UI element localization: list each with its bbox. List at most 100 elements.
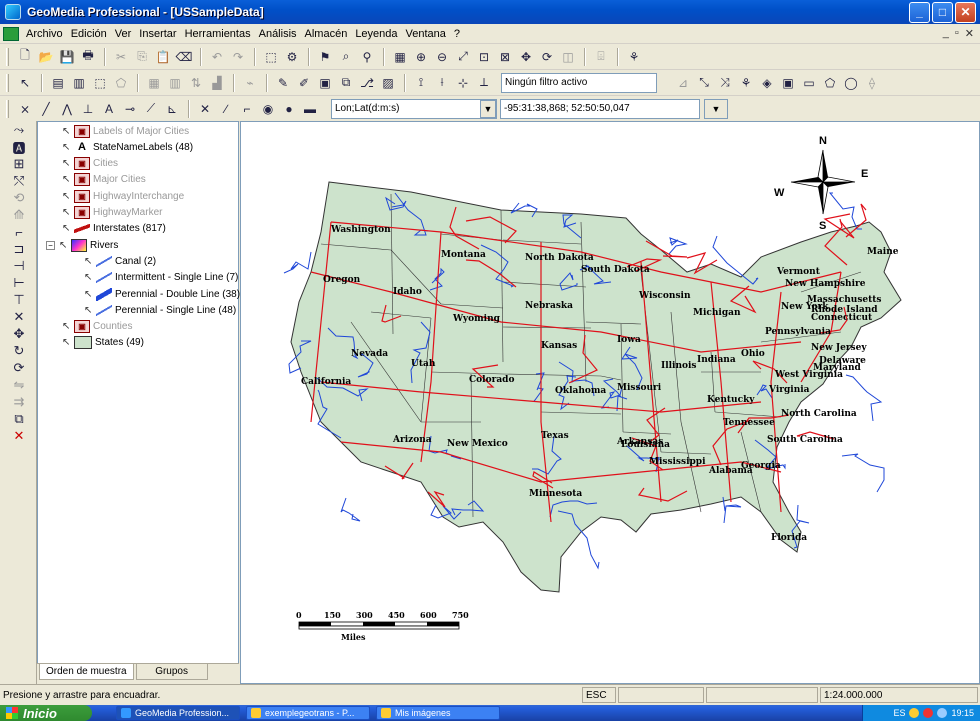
spin-icon[interactable]: ⟳: [9, 360, 29, 376]
task-mis-imagenes[interactable]: Mis imágenes: [376, 706, 500, 720]
line-icon[interactable]: ╱: [36, 99, 56, 119]
save-icon[interactable]: 💾: [57, 47, 77, 67]
table-icon[interactable]: ▦: [144, 73, 164, 93]
menu-archivo[interactable]: Archivo: [22, 28, 67, 40]
legend-entry[interactable]: ↖ States (49): [62, 335, 144, 351]
arc-icon[interactable]: ⌐: [237, 99, 257, 119]
filter-field[interactable]: Ningún filtro activo: [501, 72, 657, 93]
locatable-pointer-icon[interactable]: ↖: [84, 272, 94, 283]
extend-icon[interactable]: ⊸: [120, 99, 140, 119]
legend-entry[interactable]: ↖ Interstates (817): [62, 221, 166, 237]
menu-ver[interactable]: Ver: [111, 28, 136, 40]
text-tool-icon[interactable]: 🅰: [9, 139, 29, 156]
menu-insertar[interactable]: Insertar: [135, 28, 180, 40]
split-line-icon[interactable]: ⊣: [9, 258, 29, 274]
properties-icon[interactable]: ⚙: [282, 47, 302, 67]
copy-icon[interactable]: ⎘: [132, 47, 152, 67]
cross-line-icon[interactable]: ⨯: [15, 99, 35, 119]
layout-icon[interactable]: ⌹: [591, 47, 611, 67]
locatable-pointer-icon[interactable]: ↖: [62, 223, 72, 234]
network-icon[interactable]: [909, 708, 920, 718]
data-window-icon[interactable]: ▦: [390, 47, 410, 67]
query-icon[interactable]: ⌕: [336, 47, 356, 67]
fence-select-icon[interactable]: ⬚: [90, 73, 110, 93]
legend-entry[interactable]: ↖ ▣ Major Cities: [62, 172, 146, 188]
menu-ventana[interactable]: Ventana: [402, 28, 450, 40]
task-exemplegeotrans[interactable]: exemplegeotrans - P...: [246, 706, 370, 720]
legend-entry[interactable]: ↖ Intermittent - Single Line (7): [84, 270, 238, 286]
security-icon[interactable]: [923, 708, 934, 718]
copy-tool-icon[interactable]: ⧉: [9, 411, 29, 427]
zoom-out-icon[interactable]: ⊖: [432, 47, 452, 67]
text-box-icon[interactable]: A: [99, 99, 119, 119]
print-icon[interactable]: 🖶: [78, 47, 98, 67]
previous-view-icon[interactable]: ⊠: [495, 47, 515, 67]
paste-icon[interactable]: 📋: [153, 47, 173, 67]
locatable-pointer-icon[interactable]: ↖: [62, 337, 72, 348]
coordinate-dropdown-button[interactable]: ▼: [704, 98, 728, 119]
snap-icon[interactable]: ⟟: [411, 73, 431, 93]
fit-all-icon[interactable]: ⤢: [453, 47, 473, 67]
copy-parallel-icon[interactable]: ⇉: [9, 394, 29, 410]
start-button[interactable]: Inicio: [0, 705, 92, 721]
trace-icon[interactable]: ⤡: [694, 73, 714, 93]
map-document-icon[interactable]: [3, 26, 19, 41]
tab-groups[interactable]: Grupos: [135, 664, 208, 680]
locatable-pointer-icon[interactable]: ↖: [62, 126, 72, 137]
place-label-icon[interactable]: ⤲: [9, 173, 29, 189]
locatable-pointer-icon[interactable]: ↖: [84, 256, 94, 267]
toolbar-grip-3[interactable]: [6, 99, 9, 118]
language-indicator[interactable]: ES: [893, 708, 905, 718]
dot-icon[interactable]: ●: [279, 99, 299, 119]
offset-icon[interactable]: ⊐: [9, 241, 29, 257]
toolbar-grip-2[interactable]: [6, 73, 9, 92]
legend-entry[interactable]: ↖ ▣ Labels of Major Cities: [62, 123, 189, 139]
menu-help[interactable]: ?: [450, 28, 464, 40]
columns-icon[interactable]: ▥: [165, 73, 185, 93]
close-button[interactable]: ✕: [955, 1, 976, 23]
mdi-restore-icon[interactable]: ▫: [955, 27, 959, 40]
minimize-button[interactable]: _: [909, 1, 930, 23]
rectangle-icon[interactable]: ▭: [799, 73, 819, 93]
delete-icon[interactable]: ⌫: [174, 47, 194, 67]
continue-icon[interactable]: ⎇: [357, 73, 377, 93]
toolbar-grip[interactable]: [6, 47, 9, 66]
coordinate-format-select[interactable]: Lon;Lat(d:m:s) ▼: [331, 98, 497, 119]
snap-line-tool-icon[interactable]: ⤳: [9, 122, 29, 138]
maximize-button[interactable]: □: [932, 1, 953, 23]
legend-entry[interactable]: ↖ A StateNameLabels (48): [62, 139, 193, 155]
menu-edicion[interactable]: Edición: [67, 28, 111, 40]
snap-point-icon[interactable]: ⊹: [453, 73, 473, 93]
chevron-down-icon[interactable]: ▼: [480, 99, 496, 118]
snap-end-icon[interactable]: ⟊: [432, 73, 452, 93]
map-canvas[interactable]: Washington Oregon California Idaho Nevada Mon…: [241, 122, 980, 684]
mirror-icon[interactable]: ⇋: [9, 377, 29, 393]
mdi-close-icon[interactable]: ✕: [965, 27, 974, 40]
image-icon[interactable]: ▨: [378, 73, 398, 93]
insert-text-icon[interactable]: ✐: [294, 73, 314, 93]
locatable-pointer-icon[interactable]: ↖: [62, 207, 72, 218]
pan-icon[interactable]: ✥: [516, 47, 536, 67]
join-icon[interactable]: ⊢: [9, 275, 29, 291]
sort-icon[interactable]: ⇅: [186, 73, 206, 93]
legend-entry[interactable]: ↖ ▣ Cities: [62, 156, 118, 172]
undo-icon[interactable]: ↶: [207, 47, 227, 67]
ring-icon[interactable]: ◉: [258, 99, 278, 119]
geocode-icon[interactable]: ⚘: [736, 73, 756, 93]
mdi-minimize-icon[interactable]: _: [943, 27, 949, 40]
slash-icon[interactable]: ∕: [216, 99, 236, 119]
legend-entry[interactable]: ↖ ▣ HighwayInterchange: [62, 188, 184, 204]
move-icon[interactable]: ✥: [9, 326, 29, 342]
legend-entry[interactable]: − ↖ Rivers: [46, 237, 118, 253]
tab-display-order[interactable]: Orden de muestra: [39, 664, 134, 680]
select-by-grid2-icon[interactable]: ▥: [69, 73, 89, 93]
filter-icon[interactable]: ⚲: [357, 47, 377, 67]
legend-entry[interactable]: ↖ ▣ HighwayMarker: [62, 205, 162, 221]
legend-entry[interactable]: ↖ Perennial - Single Line (48): [84, 302, 236, 318]
polygon-icon[interactable]: ⬠: [820, 73, 840, 93]
stats-icon[interactable]: ▟: [207, 73, 227, 93]
analysis-icon[interactable]: ⚑: [315, 47, 335, 67]
label-tool-icon[interactable]: ⊞: [9, 156, 29, 172]
legend-entry[interactable]: ↖ Perennial - Double Line (38): [84, 286, 240, 302]
menu-herramientas[interactable]: Herramientas: [181, 28, 255, 40]
